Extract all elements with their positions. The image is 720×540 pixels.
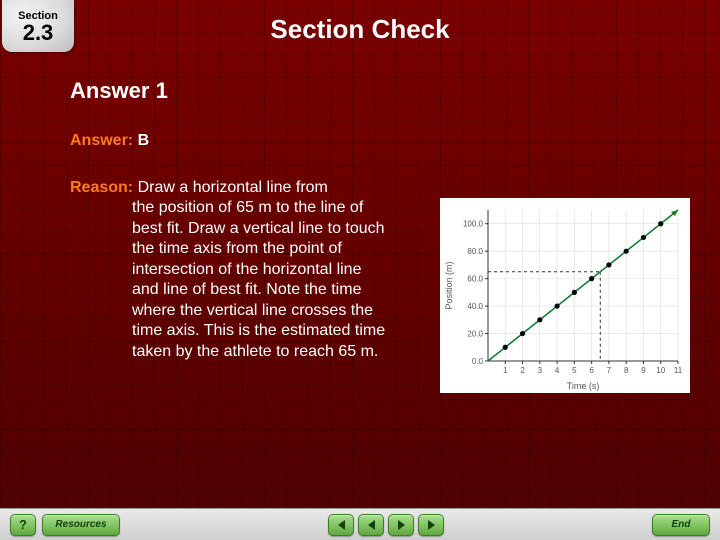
next-button[interactable] (388, 514, 414, 536)
svg-text:8: 8 (624, 366, 629, 375)
svg-text:1: 1 (503, 366, 508, 375)
svg-text:7: 7 (607, 366, 612, 375)
resources-label: Resources (55, 519, 106, 530)
svg-text:10: 10 (656, 366, 665, 375)
slide: Section 2.3 Section Check Answer 1 Answe… (0, 0, 720, 540)
svg-text:9: 9 (641, 366, 646, 375)
end-label: End (672, 519, 691, 530)
prev-button[interactable] (358, 514, 384, 536)
svg-text:2: 2 (520, 366, 525, 375)
svg-text:6: 6 (589, 366, 594, 375)
help-button[interactable]: ? (10, 514, 36, 536)
svg-text:4: 4 (555, 366, 560, 375)
svg-text:40.0: 40.0 (467, 302, 483, 311)
svg-text:Time (s): Time (s) (567, 381, 600, 391)
chart: 0.0 20.0 40.0 60.0 80.0 100.0 1 2 3 4 5 6 7 8 9 10 11 Tim… (440, 198, 690, 393)
triangle-left-icon (338, 520, 345, 530)
svg-text:3: 3 (538, 366, 543, 375)
footer: ? Resources End (0, 508, 720, 540)
svg-text:80.0: 80.0 (467, 247, 483, 256)
header: Section 2.3 Section Check (0, 0, 720, 56)
page-title: Section Check (0, 14, 720, 45)
answer-label: Answer: (70, 132, 138, 149)
triangle-right-icon (428, 520, 435, 530)
answer-line: Answer: B (70, 132, 690, 150)
reason-text: Reason: Draw a horizontal line from the … (70, 178, 390, 362)
content: Answer 1 Answer: B Reason: Draw a horizo… (70, 78, 690, 362)
triangle-right-icon (398, 520, 405, 530)
nav-group (328, 514, 444, 536)
reason-label: Reason: (70, 179, 138, 196)
triangle-left-icon (368, 520, 375, 530)
first-button[interactable] (328, 514, 354, 536)
svg-text:0.0: 0.0 (472, 357, 484, 366)
end-button[interactable]: End (652, 514, 710, 536)
svg-text:100.0: 100.0 (463, 220, 484, 229)
answer-heading: Answer 1 (70, 78, 690, 104)
reason-body: the position of 65 m to the line of best… (70, 198, 390, 362)
answer-value: B (138, 132, 150, 149)
svg-text:20.0: 20.0 (467, 330, 483, 339)
help-icon: ? (19, 517, 27, 532)
last-button[interactable] (418, 514, 444, 536)
resources-button[interactable]: Resources (42, 514, 120, 536)
svg-text:11: 11 (674, 366, 683, 375)
chart-svg: 0.0 20.0 40.0 60.0 80.0 100.0 1 2 3 4 5 6 7 8 9 10 11 Tim… (440, 198, 690, 393)
svg-text:Position (m): Position (m) (444, 261, 454, 309)
svg-text:5: 5 (572, 366, 577, 375)
reason-first-line: Draw a horizontal line from (138, 179, 328, 196)
svg-text:60.0: 60.0 (467, 275, 483, 284)
